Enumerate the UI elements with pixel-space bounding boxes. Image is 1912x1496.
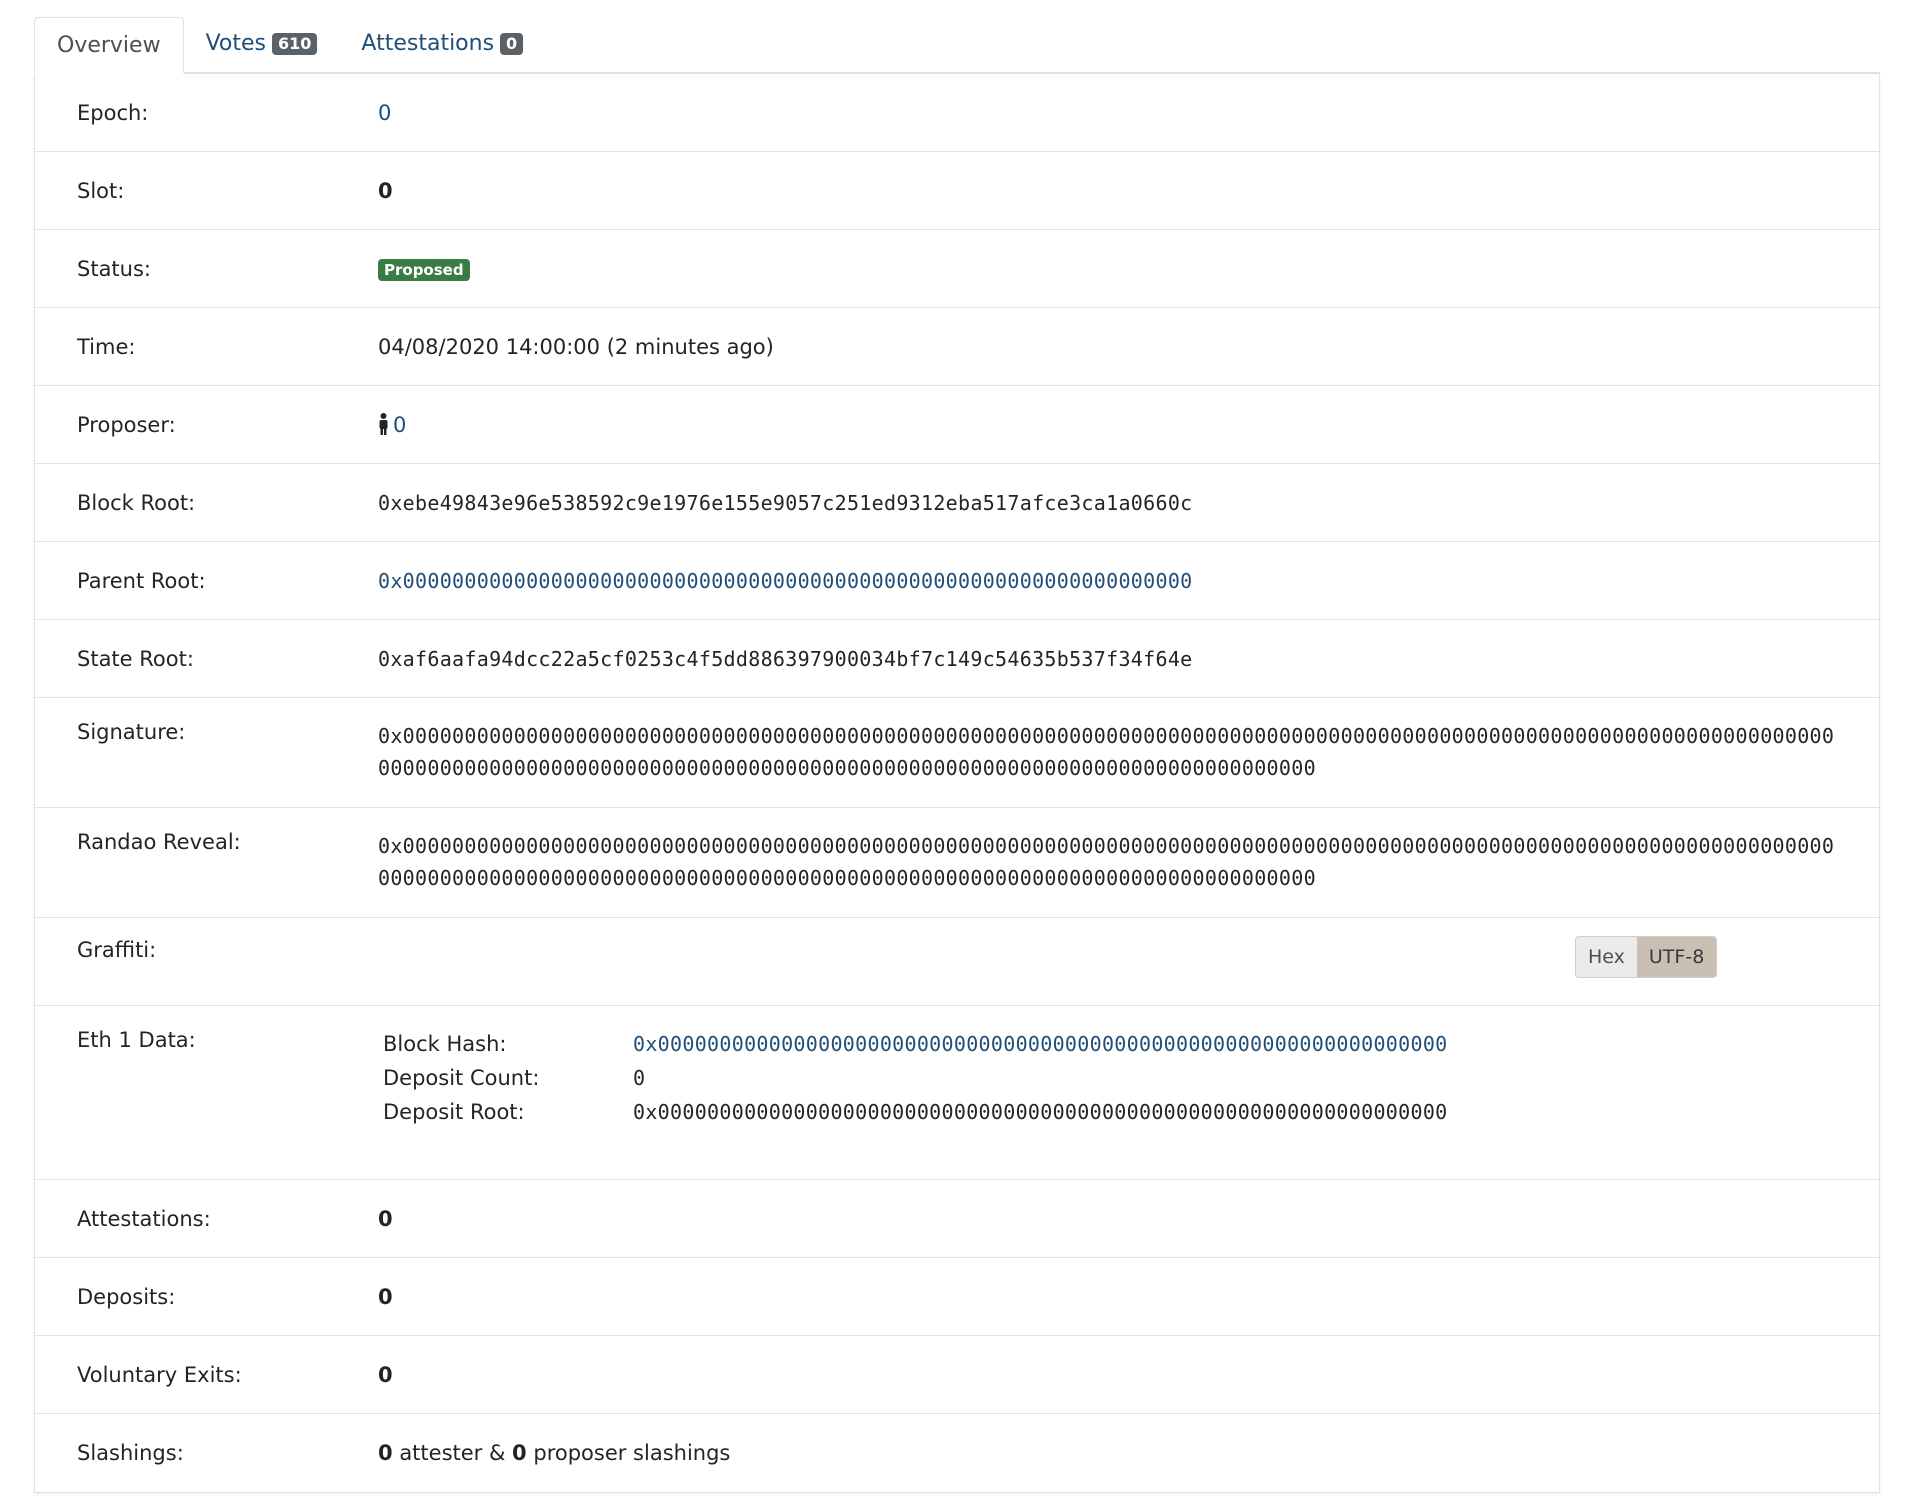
voluntary-exits-label: Voluntary Exits: <box>77 1362 242 1387</box>
attester-slashings-count: 0 <box>378 1441 393 1465</box>
tab-overview[interactable]: Overview <box>34 17 184 74</box>
signature-row: Signature: 0x000000000000000000000000000… <box>35 698 1879 808</box>
tab-votes-label: Votes <box>205 31 267 56</box>
state-root-row: State Root: 0xaf6aafa94dcc22a5cf0253c4f5… <box>35 620 1879 698</box>
eth1-data-row: Eth 1 Data: Block Hash: 0x00000000000000… <box>35 1006 1879 1180</box>
attester-slashings-text: attester & <box>399 1441 506 1465</box>
graffiti-label: Graffiti: <box>77 938 157 962</box>
block-root-value: 0xebe49843e96e538592c9e1976e155e9057c251… <box>378 490 1193 515</box>
tab-attestations-label: Attestations <box>361 31 495 56</box>
time-value: 04/08/2020 14:00:00 (2 minutes ago) <box>378 334 774 359</box>
proposer-label: Proposer: <box>77 412 176 437</box>
signature-value: 0x00000000000000000000000000000000000000… <box>378 724 1835 780</box>
time-row: Time: 04/08/2020 14:00:00 (2 minutes ago… <box>35 308 1879 386</box>
attestations-value: 0 <box>378 1206 393 1231</box>
parent-root-label: Parent Root: <box>77 568 206 593</box>
tab-votes[interactable]: Votes 610 <box>184 15 340 72</box>
deposit-root-label: Deposit Root: <box>383 1100 525 1124</box>
person-icon <box>379 412 388 435</box>
block-hash-link[interactable]: 0x00000000000000000000000000000000000000… <box>633 1032 1448 1056</box>
state-root-label: State Root: <box>77 646 194 671</box>
proposer-row: Proposer: 0 <box>35 386 1879 464</box>
block-details-panel: Overview Votes 610 Attestations 0 Epoch:… <box>34 17 1880 1493</box>
state-root-value: 0xaf6aafa94dcc22a5cf0253c4f5dd8863979000… <box>378 646 1193 671</box>
deposit-count-value: 0 <box>633 1066 646 1090</box>
time-label: Time: <box>77 334 136 359</box>
status-row: Status: Proposed <box>35 230 1879 308</box>
tab-overview-label: Overview <box>57 32 161 58</box>
tab-bar: Overview Votes 610 Attestations 0 <box>34 17 1880 74</box>
graffiti-format-toggle: Hex UTF-8 <box>1575 936 1718 978</box>
epoch-label: Epoch: <box>77 100 149 125</box>
details-card: Epoch: 0 Slot: 0 Status: Proposed Time: … <box>34 74 1880 1493</box>
slashings-label: Slashings: <box>77 1441 184 1465</box>
proposer-link[interactable]: 0 <box>393 413 406 437</box>
attestations-label: Attestations: <box>77 1206 211 1231</box>
attestations-row: Attestations: 0 <box>35 1180 1879 1258</box>
graffiti-row: Graffiti: Hex UTF-8 <box>35 918 1879 1006</box>
status-label: Status: <box>77 256 151 281</box>
block-root-label: Block Root: <box>77 490 196 515</box>
signature-label: Signature: <box>77 720 186 744</box>
randao-reveal-value: 0x00000000000000000000000000000000000000… <box>378 834 1835 890</box>
slot-row: Slot: 0 <box>35 152 1879 230</box>
parent-root-row: Parent Root: 0x0000000000000000000000000… <box>35 542 1879 620</box>
proposer-slashings-count: 0 <box>512 1441 527 1465</box>
proposer-slashings-text: proposer slashings <box>533 1441 731 1465</box>
voluntary-exits-row: Voluntary Exits: 0 <box>35 1336 1879 1414</box>
slashings-row: Slashings: 0 attester & 0 proposer slash… <box>35 1414 1879 1492</box>
slot-value: 0 <box>378 178 393 203</box>
deposits-label: Deposits: <box>77 1284 176 1309</box>
deposits-value: 0 <box>378 1284 393 1309</box>
epoch-link[interactable]: 0 <box>378 101 391 125</box>
parent-root-link[interactable]: 0x00000000000000000000000000000000000000… <box>378 569 1193 593</box>
eth1-data-label: Eth 1 Data: <box>77 1028 196 1052</box>
block-hash-label: Block Hash: <box>383 1032 507 1056</box>
randao-reveal-row: Randao Reveal: 0x00000000000000000000000… <box>35 808 1879 918</box>
utf8-button[interactable]: UTF-8 <box>1636 937 1717 977</box>
slot-label: Slot: <box>77 178 125 203</box>
eth1-data-table: Block Hash: 0x00000000000000000000000000… <box>378 1028 1837 1124</box>
tab-attestations[interactable]: Attestations 0 <box>339 15 545 72</box>
hex-button[interactable]: Hex <box>1576 937 1637 977</box>
deposits-row: Deposits: 0 <box>35 1258 1879 1336</box>
block-root-row: Block Root: 0xebe49843e96e538592c9e1976e… <box>35 464 1879 542</box>
deposit-root-value: 0x00000000000000000000000000000000000000… <box>633 1100 1448 1124</box>
slashings-value: 0 attester & 0 proposer slashings <box>378 1441 1837 1465</box>
attestations-count-badge: 0 <box>500 32 524 55</box>
voluntary-exits-value: 0 <box>378 1362 393 1387</box>
deposit-count-label: Deposit Count: <box>383 1066 540 1090</box>
status-badge: Proposed <box>378 259 470 281</box>
votes-count-badge: 610 <box>272 32 318 55</box>
epoch-row: Epoch: 0 <box>35 74 1879 152</box>
randao-reveal-label: Randao Reveal: <box>77 830 241 854</box>
